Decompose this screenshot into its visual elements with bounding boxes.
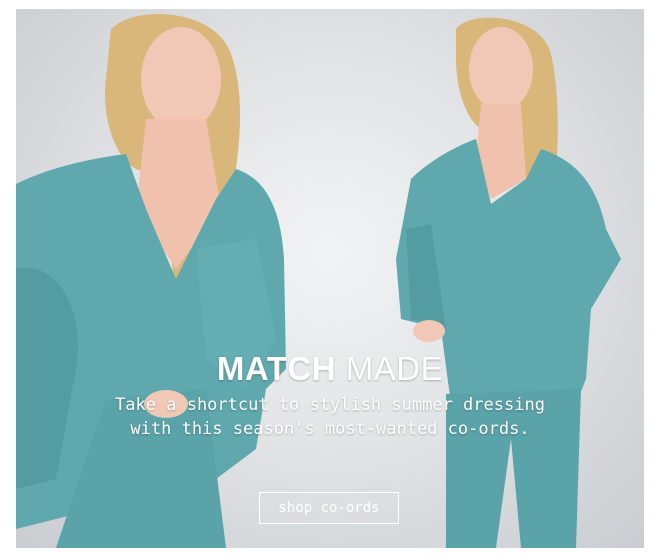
hero-subcopy: Take a shortcut to stylish summer dressi… xyxy=(115,395,545,439)
shop-co-ords-button[interactable]: shop co-ords xyxy=(259,492,399,524)
headline-bold: MATCH xyxy=(216,350,337,387)
headline-light: MADE xyxy=(345,350,444,387)
hero-text-overlay: MATCH MADE Take a shortcut to stylish su… xyxy=(16,349,644,441)
left-model-image xyxy=(16,9,316,548)
hero-headline: MATCH MADE xyxy=(16,349,644,389)
right-model-image xyxy=(371,9,644,548)
hero-banner[interactable]: MATCH MADE Take a shortcut to stylish su… xyxy=(16,9,644,548)
